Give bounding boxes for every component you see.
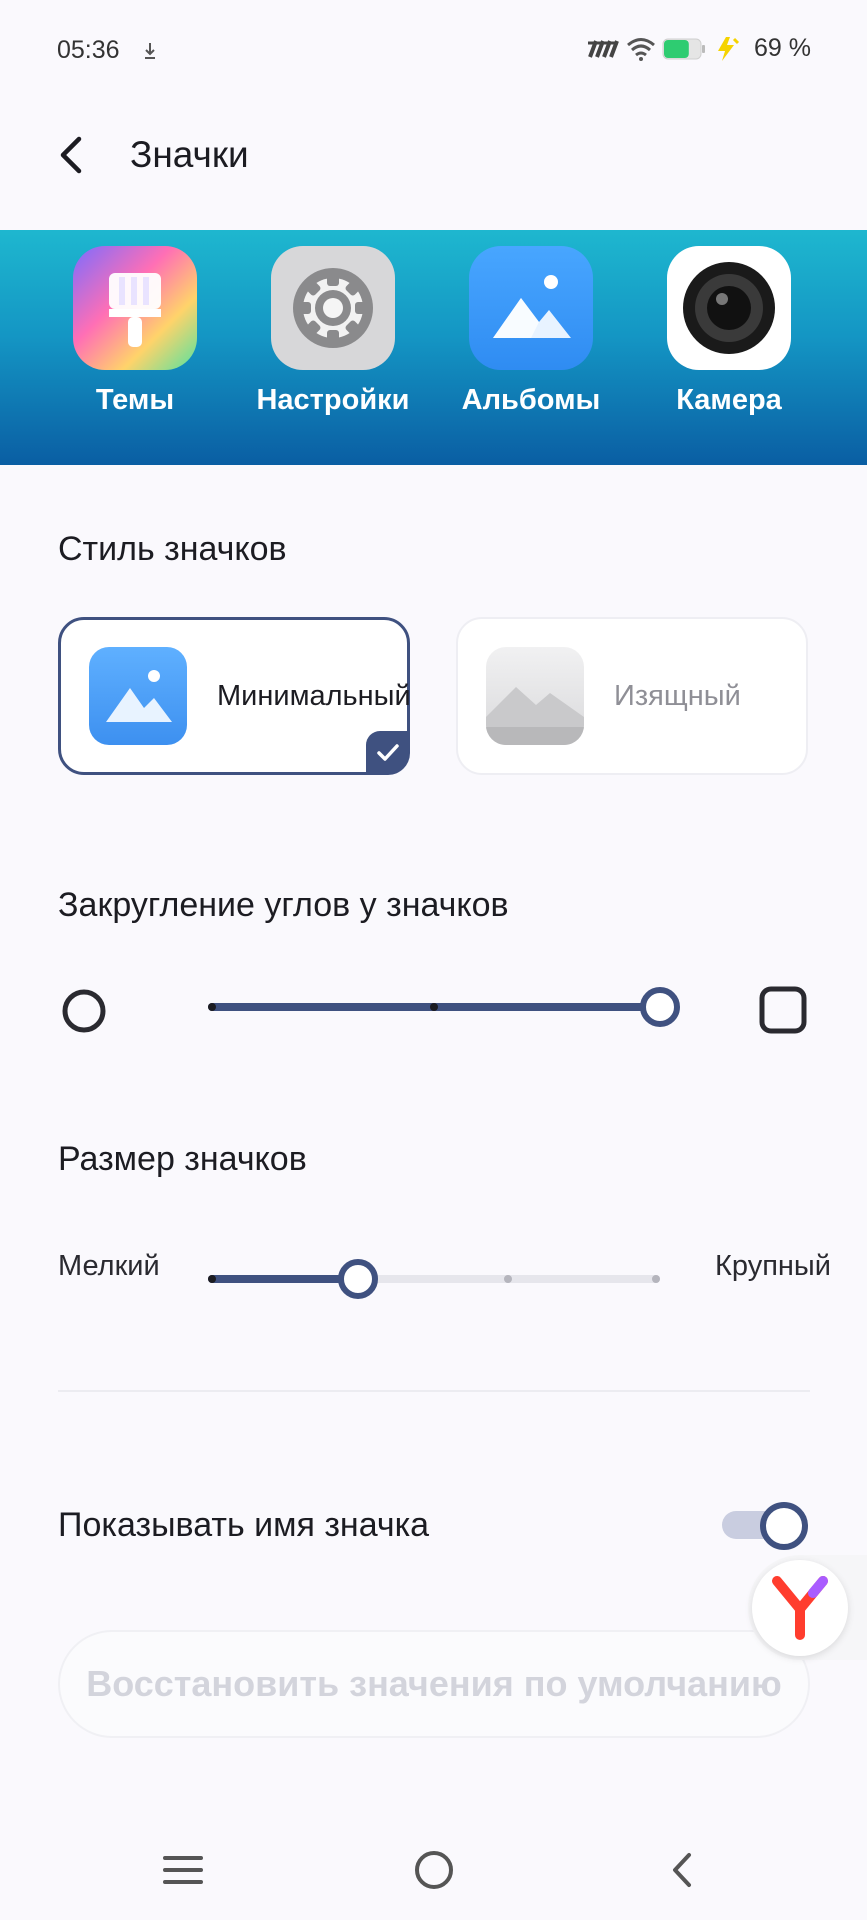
back-arrow-icon <box>60 136 82 174</box>
nav-menu-button[interactable] <box>148 1840 218 1900</box>
themes-icon <box>73 246 197 370</box>
back-chevron-icon <box>673 1853 691 1887</box>
show-name-label: Показывать имя значка <box>58 1506 430 1544</box>
battery-icon <box>662 38 706 59</box>
icon-size-title: Размер значков <box>58 1140 307 1178</box>
selected-check-icon <box>366 731 410 775</box>
reset-defaults-button[interactable]: Восстановить значения по умолчанию <box>58 1630 810 1738</box>
menu-icon <box>163 1856 203 1884</box>
icon-size-max-label: Крупный <box>715 1250 831 1282</box>
app-label-settings: Настройки <box>256 384 410 416</box>
app-label-themes: Темы <box>95 384 175 416</box>
style-option-minimal-label: Минимальный <box>217 680 411 712</box>
preview-app-albums: Альбомы <box>446 246 616 417</box>
icon-size-track-fill <box>208 1275 358 1283</box>
square-corner-icon <box>759 986 807 1034</box>
status-bar: 05:36 69 % <box>0 0 867 100</box>
albums-icon <box>469 246 593 370</box>
round-corner-icon <box>62 989 106 1033</box>
back-button[interactable] <box>46 130 96 180</box>
divider <box>58 1390 810 1392</box>
nav-home-button[interactable] <box>399 1840 469 1900</box>
page-title: Значки <box>130 134 249 175</box>
yandex-shortcut-button[interactable] <box>752 1560 848 1656</box>
icon-size-step-dot <box>504 1275 512 1283</box>
header: Значки <box>0 110 867 200</box>
corner-rounding-thumb[interactable] <box>640 987 680 1027</box>
style-option-elegant[interactable]: Изящный <box>456 617 808 775</box>
elegant-style-thumbnail <box>486 647 584 745</box>
icon-preview-banner: Темы Настройки Альбомы Камера <box>0 230 867 465</box>
icon-size-step-dot <box>208 1275 216 1283</box>
download-icon <box>145 43 155 59</box>
home-circle-icon <box>415 1851 453 1889</box>
preview-app-themes: Темы <box>50 246 220 417</box>
icon-style-title: Стиль значков <box>58 530 287 568</box>
corner-rounding-title: Закругление углов у значков <box>58 886 509 924</box>
app-label-camera: Камера <box>676 384 782 416</box>
preview-app-camera: Камера <box>644 246 814 417</box>
icon-size-min-label: Мелкий <box>58 1250 160 1282</box>
style-option-elegant-label: Изящный <box>614 680 741 712</box>
toggle-knob <box>760 1502 808 1550</box>
camera-icon <box>667 246 791 370</box>
wifi-icon <box>627 37 655 61</box>
signal-icon <box>588 39 619 58</box>
corner-rounding-step-dot <box>430 1003 438 1011</box>
navigation-bar <box>0 1830 867 1920</box>
preview-app-settings: Настройки <box>248 246 418 417</box>
battery-percent: 69 % <box>754 34 811 62</box>
corner-rounding-step-dot <box>208 1003 216 1011</box>
app-label-albums: Альбомы <box>461 384 601 416</box>
minimal-style-thumbnail <box>89 647 187 745</box>
charging-icon <box>718 36 740 61</box>
icon-size-thumb[interactable] <box>338 1259 378 1299</box>
yandex-y-icon <box>772 1576 828 1640</box>
nav-back-button[interactable] <box>647 1840 717 1900</box>
style-option-minimal[interactable]: Минимальный <box>58 617 411 775</box>
settings-gear-icon <box>271 246 395 370</box>
icon-size-step-dot <box>652 1275 660 1283</box>
status-time: 05:36 <box>57 36 120 64</box>
